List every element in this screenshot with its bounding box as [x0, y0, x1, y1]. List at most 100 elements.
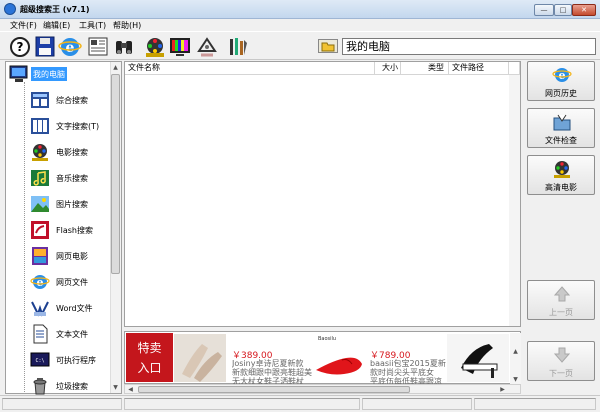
text-file-icon: [33, 324, 48, 344]
file-list[interactable]: [124, 61, 521, 327]
tree-item-6[interactable]: 网页电影: [30, 246, 112, 266]
col-header-name[interactable]: 文件名称: [125, 62, 375, 75]
down-arrow-icon: [553, 347, 571, 363]
flash-icon: [31, 221, 49, 239]
trash-icon: [33, 378, 47, 395]
shoe-image-3: [447, 334, 509, 382]
svg-text:?: ?: [17, 40, 24, 54]
tree-item-2[interactable]: 电影搜索: [30, 142, 112, 162]
ad-sale-line2: 入口: [137, 361, 162, 375]
col-header-type[interactable]: 类型: [401, 62, 449, 75]
hd-movie-button[interactable]: 高清电影: [527, 155, 595, 195]
ad-scroll-up-icon[interactable]: ▲: [511, 347, 520, 356]
tree-item-label: 垃圾搜索: [56, 382, 88, 391]
tree-item-3[interactable]: 音乐搜索: [30, 168, 112, 188]
text-search-icon: [31, 118, 49, 134]
path-input[interactable]: 我的电脑: [342, 38, 596, 55]
ad-desc-2: baasii包宝2015夏新款时尚尖头平底女平底伍每低鞋高跟凉鞋: [370, 359, 446, 385]
tree-item-label: 网页文件: [56, 278, 88, 287]
tv-icon[interactable]: [168, 35, 192, 58]
shoe-image-2: [316, 357, 362, 375]
tree-item-label: 可执行程序: [56, 356, 96, 365]
tree-item-label: 网页电影: [56, 252, 88, 261]
status-segment-3: [362, 398, 472, 410]
col-header-path[interactable]: 文件路径: [449, 62, 509, 75]
tools-icon[interactable]: [226, 35, 250, 58]
up-arrow-icon: [553, 286, 571, 302]
status-segment-1: [2, 398, 122, 410]
svg-text:C:\: C:\: [35, 358, 44, 364]
tree-item-label: Flash搜索: [56, 226, 93, 235]
music-icon: [31, 170, 49, 186]
exe-icon: C:\: [30, 352, 50, 367]
folder-icon: [321, 42, 335, 52]
picture-icon: [31, 196, 49, 212]
word-icon: [31, 301, 49, 317]
ad-scroll-right-icon[interactable]: ▶: [498, 385, 507, 394]
movie-reel-icon: [32, 144, 48, 161]
previous-page-button[interactable]: 上一页: [527, 280, 595, 320]
shoe-image-1: [174, 334, 226, 382]
tree-item-4[interactable]: 图片搜索: [30, 194, 112, 214]
tree-root-my-computer[interactable]: 我的电脑: [9, 64, 109, 84]
film-reel-icon[interactable]: [143, 35, 167, 58]
computer-icon: [9, 65, 28, 82]
maximize-button[interactable]: □: [554, 4, 572, 16]
folder-check-icon: [553, 114, 571, 131]
minimize-button[interactable]: —: [534, 4, 554, 16]
menu-file[interactable]: 文件(F): [10, 20, 37, 31]
tree-item-7[interactable]: e 网页文件: [30, 272, 112, 292]
web-history-button[interactable]: e 网页历史: [527, 61, 595, 101]
close-button[interactable]: ✕: [572, 4, 596, 16]
tree-item-label: 文本文件: [56, 330, 88, 339]
list-scrollbar[interactable]: [509, 75, 520, 326]
ie-icon: e: [30, 275, 50, 289]
tree-item-8[interactable]: Word文件: [30, 298, 112, 318]
tree-item-9[interactable]: 文本文件: [30, 324, 112, 344]
menu-help[interactable]: 帮助(H): [113, 20, 141, 31]
tree-item-5[interactable]: Flash搜索: [30, 220, 112, 240]
ad-desc-1: Josiny卓诗尼夏新款 新款细跟中跟亮鞋超美 无大杖女鞋子洒鞋杖: [232, 359, 312, 385]
browse-folder-button[interactable]: [318, 39, 338, 53]
tree-item-label: 图片搜索: [56, 200, 88, 209]
ad-scroll-down-icon[interactable]: ▼: [511, 375, 520, 384]
app-icon: [4, 3, 16, 15]
newspaper-icon[interactable]: [86, 35, 110, 58]
tree-scroll-down-icon[interactable]: ▼: [111, 383, 120, 392]
tree-item-label: 音乐搜索: [56, 174, 88, 183]
tree-scroll-up-icon[interactable]: ▲: [111, 63, 120, 72]
ad-sale-entrance[interactable]: 特卖 入口: [126, 333, 173, 382]
tree-item-label: 综合搜索: [56, 96, 88, 105]
tree-item-label: 电影搜索: [56, 148, 88, 157]
file-check-button[interactable]: 文件检查: [527, 108, 595, 148]
tree-item-11[interactable]: 垃圾搜索: [30, 376, 112, 396]
tree-connector: [24, 82, 25, 392]
menu-tools[interactable]: 工具(T): [79, 20, 106, 31]
menu-bar: 文件(F) 编辑(E) 工具(T) 帮助(H): [0, 19, 600, 31]
tree-scroll-thumb[interactable]: [111, 74, 120, 274]
tree-item-10[interactable]: C:\ 可执行程序: [30, 350, 112, 370]
ad-scroll-left-icon[interactable]: ◀: [126, 385, 135, 394]
col-header-size[interactable]: 大小: [375, 62, 401, 75]
tree-root-label: 我的电脑: [31, 67, 67, 81]
ie-icon[interactable]: e: [58, 35, 82, 58]
save-icon[interactable]: [33, 35, 57, 58]
tree-item-1[interactable]: 文字搜索(T): [30, 116, 112, 136]
film-reel-icon: [554, 161, 570, 178]
tree-item-0[interactable]: 综合搜索: [30, 90, 112, 110]
recycle-icon[interactable]: [195, 35, 219, 58]
ad-hscroll-thumb[interactable]: [138, 386, 410, 393]
help-icon[interactable]: ?: [8, 35, 32, 58]
next-page-button[interactable]: 下一页: [527, 341, 595, 381]
status-segment-4: [474, 398, 596, 410]
title-bar: [0, 0, 600, 19]
combined-search-icon: [31, 92, 49, 108]
ad-brand: Baosilu: [318, 336, 337, 342]
web-movie-icon: [32, 247, 48, 265]
binoculars-icon[interactable]: [112, 35, 136, 58]
window-title: 超级搜索王 (v7.1): [20, 5, 90, 14]
col-header-filler: [509, 62, 520, 75]
tree-item-label: Word文件: [56, 304, 93, 313]
menu-edit[interactable]: 编辑(E): [43, 20, 70, 31]
tree-item-label: 文字搜索(T): [56, 122, 100, 131]
